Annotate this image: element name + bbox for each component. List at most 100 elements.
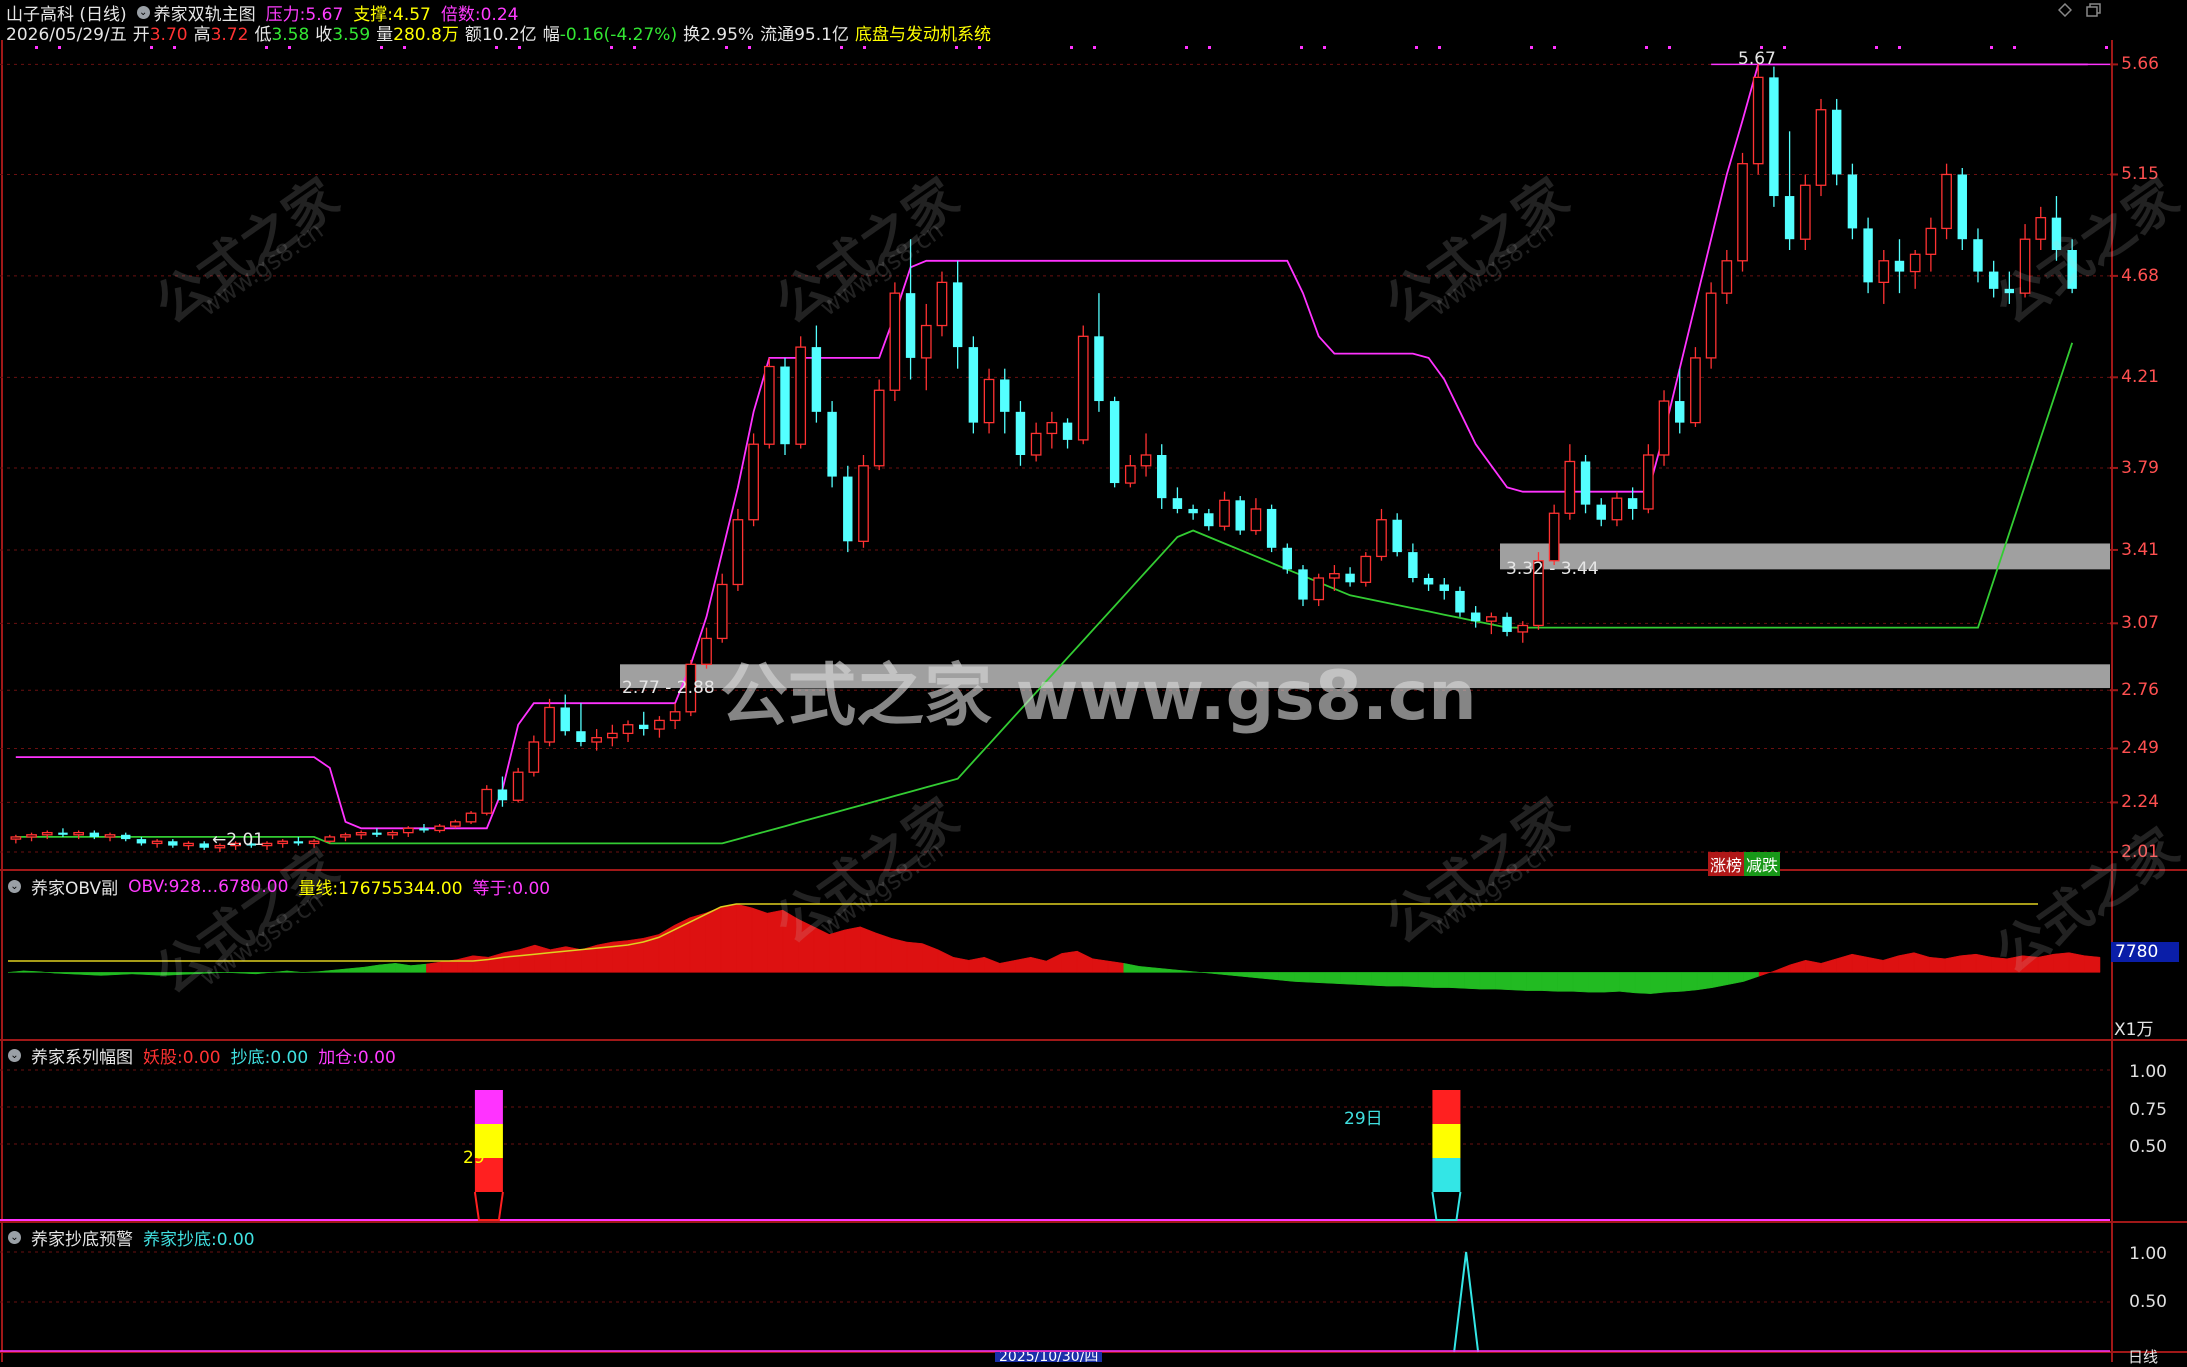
candle-body [1548,512,1560,562]
candle-body [968,347,979,423]
price-axis-label: 2.76 [2121,680,2159,701]
restore-icon[interactable] [2086,2,2102,17]
obv-area-segment [147,972,164,976]
obv-area-segment [85,972,102,976]
high-item: 高3.72 [193,25,249,45]
candle-body [2035,216,2047,240]
obv-area-segment [782,909,799,973]
candle-body [1408,552,1418,578]
obv-unit-label: X1万 [2114,1020,2154,1040]
chevron-down-icon[interactable]: ⌄ [8,1049,21,1062]
candle-body [183,842,194,847]
badge-rise: 涨榜 [1708,852,1745,876]
candle-body [1000,379,1010,412]
top-marker-dot [1208,46,1211,49]
candle-body [544,706,555,743]
obv-area-segment [829,929,846,973]
candle-body [355,831,367,836]
top-marker-dot [173,46,176,49]
top-marker-dot [1070,46,1073,49]
signal-bar-segment [1432,1124,1461,1158]
price-axis-label: 2.49 [2121,738,2159,759]
obv-area-segment [1541,972,1558,992]
candle-body [639,724,649,730]
candle-body [1925,227,1937,255]
obv-area-segment [1991,956,2008,973]
obv-area-segment [1820,958,1837,973]
obv-area-segment [1836,953,1853,973]
top-marker-dot [1783,46,1786,49]
obv-area-segment [178,972,195,975]
alert-axis-label: 1.00 [2129,1244,2167,1264]
obv-area-segment [1603,972,1620,993]
obv-area-segment [1898,952,1915,973]
candle-body [1109,401,1120,484]
alert-panel-title[interactable]: 养家抄底预警 [31,1225,133,1250]
chevron-down-icon[interactable]: ⌄ [8,1231,21,1244]
chart-stage: 山子高科 (日线) ⌄ 养家双轨主图 压力:5.67 支撑:4.57 倍数:0.… [0,0,2187,1366]
obv-area-segment [410,963,427,973]
obv-area-segment [813,926,830,973]
obv-area-segment [1247,972,1264,979]
price-axis-label: 4.21 [2121,367,2159,388]
obv-area-segment [1479,972,1496,990]
candle-body [1470,612,1481,622]
candle-body [1973,239,1983,272]
candle-body [560,707,570,732]
candle-body [1878,260,1890,284]
candle-body [701,637,712,665]
candle-body [1941,173,1952,230]
series-panel-title[interactable]: 养家系列幅图 [31,1043,133,1068]
candle-body [1266,508,1277,548]
candle-body [622,724,634,735]
diamond-icon[interactable] [2057,2,2073,18]
candle-body [1282,547,1293,570]
obv-axis-tag: 7780 [2111,942,2179,962]
low-price-label: ←2.01 [212,830,265,850]
top-marker-dot [288,46,291,49]
candle-body [1486,616,1497,622]
chevron-down-icon[interactable]: ⌄ [8,880,21,893]
top-marker-dot [265,46,268,49]
chevron-down-icon[interactable]: ⌄ [136,6,150,19]
obv-area-segment [1681,972,1698,992]
top-marker-dot [978,46,981,49]
obv-area-segment [302,971,319,973]
top-marker-dot [1898,46,1901,49]
candle-body [104,834,116,838]
top-marker-dot [35,46,38,49]
candle-body [1894,260,1905,272]
signal-bar-segment [474,1090,503,1124]
date-label: 2026/05/29/五 [6,25,127,45]
obv-area-segment [1944,955,1961,973]
obv-area-segment [379,963,396,973]
obv-area-segment [736,903,753,973]
candle-body [654,719,665,730]
top-marker-dot [955,46,958,49]
candle-body [1376,519,1387,558]
close-item: 收3.59 [315,25,371,45]
obv-area-segment [937,949,954,973]
candle-body [843,476,853,542]
candle-body [1423,578,1434,585]
zone-label-lower: 2.77 - 2.88 [622,678,715,698]
obv-area-segment [1293,972,1310,983]
obv-area-segment [2037,953,2054,973]
obv-area-segment [1805,959,1822,973]
obv-area-segment [286,970,303,973]
obv-area-segment [1262,972,1279,981]
candle-body [2019,238,2031,294]
obv-area-segment [1867,956,1884,973]
badge-fall: 减跌 [1744,852,1781,876]
period-label[interactable]: 日线 [2128,1347,2158,1367]
obv-area-segment [1913,952,1930,973]
candle-body [41,831,53,836]
candle-body [669,711,681,722]
obv-panel-title[interactable]: 养家OBV副 [31,874,118,899]
candle-body [1046,421,1058,435]
obv-area-segment [348,966,365,973]
obv-area-segment [54,972,71,975]
obv-area-segment [162,972,179,976]
candle-body [1799,184,1811,240]
candle-body [402,827,414,834]
